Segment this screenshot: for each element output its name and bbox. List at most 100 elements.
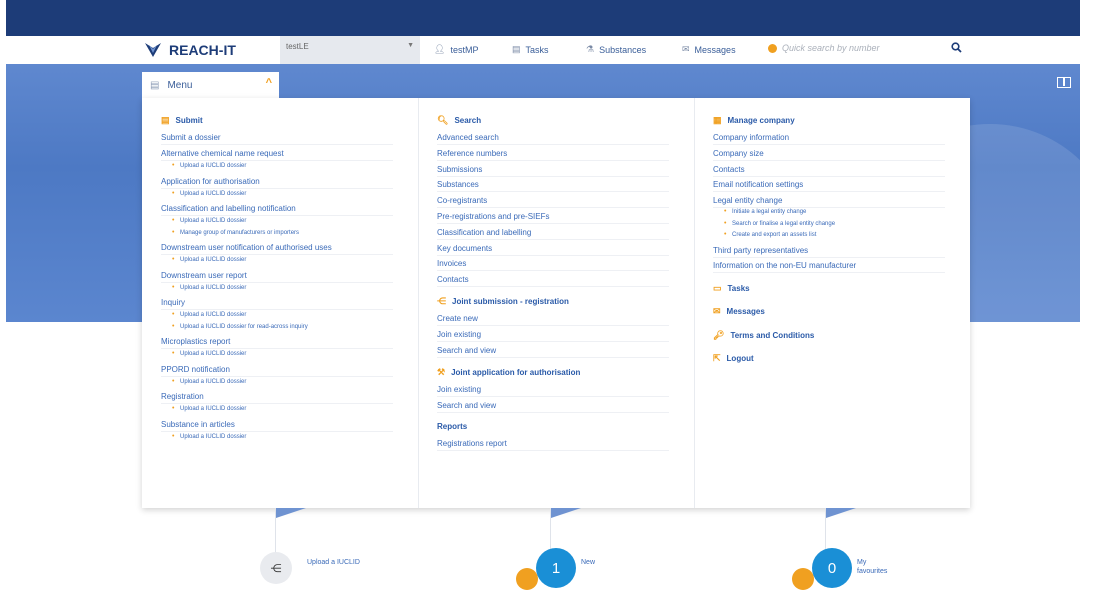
menu-item[interactable]: Substance in articles	[161, 420, 393, 432]
panel-toggle-icon[interactable]	[1057, 77, 1071, 88]
menu-subitem[interactable]: Upload a IUCLID dossier	[161, 217, 246, 224]
menu-item[interactable]: Inquiry	[161, 298, 393, 310]
search-icon: 🔍︎	[437, 115, 449, 125]
hammer-icon: ⚒	[437, 367, 446, 377]
menu-subitem[interactable]: Upload a IUCLID dossier	[161, 405, 246, 412]
logout-icon: ⇱	[713, 353, 721, 363]
menu-item[interactable]: Third party representatives	[713, 246, 945, 258]
menu-subitem[interactable]: Upload a IUCLID dossier	[161, 256, 246, 263]
substances-link[interactable]: ⚗ Substances	[586, 44, 646, 55]
menu-item[interactable]: Submissions	[437, 165, 669, 177]
menu-item[interactable]: Contacts	[713, 165, 945, 177]
menu-item[interactable]: Downstream user report	[161, 271, 393, 283]
menu-subitem[interactable]: Upload a IUCLID dossier	[161, 433, 246, 440]
search-icon[interactable]	[951, 42, 962, 56]
dashboard-tiles: ⋲ Upload a IUCLID 1 New 0 My favourites	[0, 508, 1095, 590]
menu-item[interactable]: Registrations report	[437, 439, 669, 451]
menu-subitem[interactable]: Manage group of manufacturers or importe…	[161, 229, 299, 236]
menu-subitem[interactable]: Upload a IUCLID dossier	[161, 162, 246, 169]
legal-entity-select[interactable]: testLE ▼	[280, 36, 420, 64]
menu-column-company: ▦ Manage company Company information Compan…	[694, 98, 970, 508]
menu-item[interactable]: Classification and labelling	[437, 228, 669, 240]
section-heading: ▭ Tasks	[713, 283, 750, 294]
menu-item[interactable]: Email notification settings	[713, 180, 945, 193]
section-heading-label: Tasks	[727, 284, 750, 293]
messages-link[interactable]: ✉ Messages	[682, 44, 736, 55]
legal-entity-value: testLE	[286, 42, 309, 51]
envelope-icon: ✉	[713, 306, 721, 316]
section-heading: 🔍︎ Search	[437, 115, 481, 126]
section-heading-label: Terms and Conditions	[730, 331, 815, 340]
menu-item[interactable]: Application for authorisation	[161, 177, 393, 189]
menu-item[interactable]: Search and view	[437, 346, 669, 358]
orange-dot-icon	[792, 568, 814, 590]
menu-subitem[interactable]: Upload a IUCLID dossier	[161, 190, 246, 197]
menu-item[interactable]: Co-registrants	[437, 196, 669, 209]
section-heading: ⋲ Joint submission - registration	[437, 296, 569, 307]
menu-item[interactable]: Join existing	[437, 330, 669, 342]
section-heading: ⚒ Joint application for authorisation	[437, 367, 580, 378]
tasks-icon: ▭	[713, 283, 722, 293]
section-heading: ✉ Messages	[713, 306, 765, 317]
reports-heading: Reports	[437, 422, 468, 431]
tasks-icon: ▤	[512, 44, 521, 54]
menu-item[interactable]: Invoices	[437, 259, 669, 272]
help-icon	[768, 43, 777, 53]
section-heading-label: Logout	[726, 354, 754, 363]
menu-item[interactable]: Information on the non-EU manufacturer	[713, 261, 945, 274]
menu-subitem[interactable]: Initiate a legal entity change	[713, 208, 806, 215]
menu-item[interactable]: Downstream user notification of authoris…	[161, 243, 393, 255]
section-heading-label: Manage company	[727, 116, 795, 125]
section-heading: ▦ Manage company	[713, 115, 795, 126]
menu-item[interactable]: Reference numbers	[437, 149, 669, 161]
submit-icon: ▤	[161, 115, 170, 125]
menu-item[interactable]: Substances	[437, 180, 669, 193]
envelope-icon: ✉	[682, 44, 690, 54]
menu-subitem[interactable]: Search or finalise a legal entity change	[713, 220, 835, 227]
menu-column-search: 🔍︎ Search Advanced search Reference numbers…	[418, 98, 695, 508]
favourites-label[interactable]: My favourites	[857, 558, 897, 576]
menu-subitem[interactable]: Upload a IUCLID dossier	[161, 311, 246, 318]
menu-item[interactable]: Create new	[437, 314, 669, 326]
menu-subitem[interactable]: Upload a IUCLID dossier	[161, 378, 246, 385]
menu-subitem[interactable]: Upload a IUCLID dossier	[161, 284, 246, 291]
menu-item[interactable]: Pre-registrations and pre-SIEFs	[437, 212, 669, 224]
upload-dossier-icon[interactable]: ⋲	[260, 552, 292, 584]
tasks-link[interactable]: ▤ Tasks	[512, 44, 549, 55]
menu-item[interactable]: PPORD notification	[161, 365, 393, 377]
section-heading-label: Joint application for authorisation	[451, 368, 581, 377]
upload-tile-label[interactable]: Upload a IUCLID	[307, 558, 360, 567]
flask-icon: ⚗	[586, 44, 595, 54]
favourites-count-badge[interactable]: 0	[812, 548, 852, 588]
menu-item[interactable]: Legal entity change	[713, 196, 945, 209]
chevron-down-icon: ▼	[407, 42, 414, 49]
logo[interactable]: REACH-IT	[143, 39, 236, 61]
menu-subitem[interactable]: Upload a IUCLID dossier for read-across …	[161, 323, 308, 330]
section-heading-label: Joint submission - registration	[452, 297, 569, 306]
menu-item[interactable]: Join existing	[437, 385, 669, 397]
menu-item[interactable]: Microplastics report	[161, 337, 393, 349]
menu-item[interactable]: Contacts	[437, 275, 669, 288]
menu-item[interactable]: Search and view	[437, 401, 669, 413]
orange-dot-icon	[516, 568, 538, 590]
menu-subitem[interactable]: Create and export an assets list	[713, 231, 816, 238]
menu-item[interactable]: Company information	[713, 133, 945, 145]
menu-item[interactable]: Registration	[161, 392, 393, 404]
messages-label: Messages	[694, 44, 736, 55]
menu-button[interactable]: ▤ Menu ^	[142, 72, 279, 98]
menu-item[interactable]: Company size	[713, 149, 945, 161]
menu-item[interactable]: Submit a dossier	[161, 133, 393, 145]
user-link[interactable]: 👤︎ testMP	[434, 44, 478, 55]
quick-search-input[interactable]: Quick search by number	[768, 43, 880, 53]
new-label[interactable]: New	[581, 558, 595, 567]
menu-item[interactable]: Alternative chemical name request	[161, 149, 393, 161]
section-heading-label: Messages	[726, 307, 765, 316]
menu-label: Menu	[167, 79, 193, 91]
section-heading-label: Submit	[175, 116, 203, 125]
menu-subitem[interactable]: Upload a IUCLID dossier	[161, 350, 246, 357]
menu-item[interactable]: Key documents	[437, 244, 669, 256]
menu-item[interactable]: Classification and labelling notificatio…	[161, 204, 393, 216]
new-count-badge[interactable]: 1	[536, 548, 576, 588]
menu-item[interactable]: Advanced search	[437, 133, 669, 145]
top-bar	[0, 0, 1095, 36]
